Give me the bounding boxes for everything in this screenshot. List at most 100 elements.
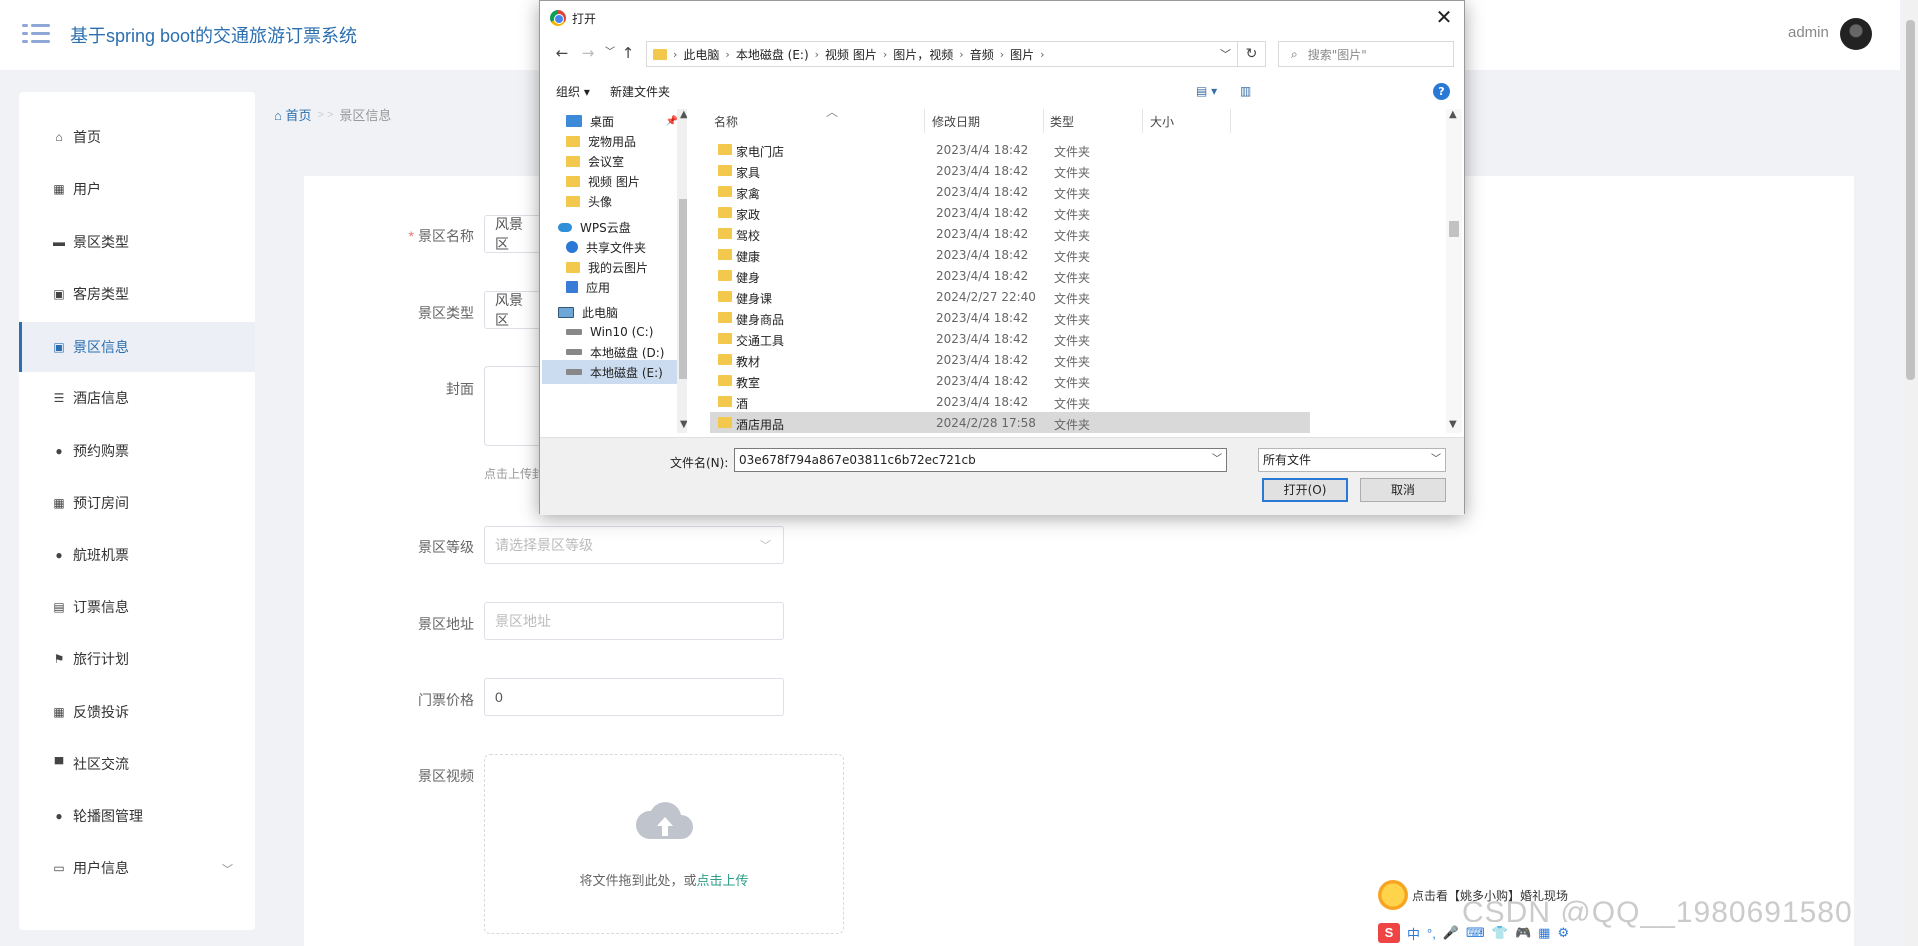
scroll-up-icon[interactable]: ▲ bbox=[1449, 109, 1457, 120]
sidebar-item[interactable]: ● 航班机票 bbox=[19, 530, 255, 580]
avatar[interactable] bbox=[1840, 18, 1872, 50]
view-options-icon[interactable]: ▤ ▾ bbox=[1196, 84, 1217, 98]
nav-item[interactable]: 桌面 📌 bbox=[542, 109, 682, 133]
sidebar-item[interactable]: ▦ 预订房间 bbox=[19, 478, 255, 528]
column-divider[interactable] bbox=[1043, 109, 1044, 133]
file-list-scrollbar[interactable]: ▲ ▼ bbox=[1446, 109, 1462, 433]
file-row[interactable]: 家政 2023/4/4 18:42 文件夹 bbox=[710, 202, 1310, 223]
nav-item[interactable]: 此电脑 bbox=[542, 300, 682, 324]
file-scroll-thumb[interactable] bbox=[1449, 221, 1459, 237]
price-input[interactable]: 0 bbox=[484, 678, 784, 716]
sidebar-item[interactable]: ▣ 景区信息 bbox=[19, 322, 255, 372]
skin-icon[interactable]: 👕 bbox=[1492, 925, 1508, 941]
preview-pane-icon[interactable]: ▥ bbox=[1240, 84, 1251, 98]
scroll-down-icon[interactable]: ▼ bbox=[1449, 419, 1457, 430]
chevron-down-icon[interactable]: ﹀ bbox=[1220, 46, 1231, 62]
nav-scrollbar[interactable]: ▲ ▼ bbox=[677, 109, 687, 433]
sidebar-item[interactable]: ▭ 用户信息 ﹀ bbox=[19, 843, 255, 893]
crumb-separator-icon[interactable]: › bbox=[1000, 48, 1004, 61]
search-input[interactable]: ⌕ 搜索"图片" bbox=[1278, 41, 1454, 67]
file-row[interactable]: 健身 2023/4/4 18:42 文件夹 bbox=[710, 265, 1310, 286]
scroll-up-icon[interactable]: ▲ bbox=[680, 109, 687, 120]
type-select[interactable]: 风景区 bbox=[484, 291, 544, 329]
punctuation-icon[interactable]: °, bbox=[1427, 926, 1436, 941]
keyboard-icon[interactable]: ⌨ bbox=[1466, 925, 1485, 941]
organize-menu[interactable]: 组织 ▾ bbox=[556, 83, 590, 100]
breadcrumb-home[interactable]: ⌂ 首页 bbox=[274, 105, 311, 124]
cover-upload[interactable] bbox=[484, 366, 544, 446]
settings-icon[interactable]: ⚙ bbox=[1557, 925, 1569, 941]
microphone-icon[interactable]: 🎤 bbox=[1443, 925, 1459, 941]
address-crumb[interactable]: 图片 bbox=[1010, 46, 1034, 63]
level-select[interactable]: 请选择景区等级 ﹀ bbox=[484, 526, 784, 564]
close-icon[interactable]: ✕ bbox=[1432, 5, 1456, 29]
crumb-separator-icon[interactable]: › bbox=[725, 48, 729, 61]
crumb-separator-icon[interactable]: › bbox=[883, 48, 887, 61]
nav-scroll-thumb[interactable] bbox=[679, 199, 687, 379]
nav-item[interactable]: WPS云盘 bbox=[542, 215, 682, 239]
address-crumb[interactable]: 本地磁盘 (E:) bbox=[736, 46, 809, 63]
upload-link[interactable]: 点击上传 bbox=[697, 873, 749, 888]
chevron-down-icon[interactable]: ﹀ bbox=[1431, 449, 1441, 471]
file-row[interactable]: 驾校 2023/4/4 18:42 文件夹 bbox=[710, 223, 1310, 244]
dialog-titlebar[interactable]: 打开 ✕ bbox=[540, 1, 1464, 35]
page-scrollbar[interactable] bbox=[1903, 0, 1918, 946]
user-name[interactable]: admin bbox=[1788, 24, 1829, 41]
crumb-separator-icon[interactable]: › bbox=[815, 48, 819, 61]
address-input[interactable]: 景区地址 bbox=[484, 602, 784, 640]
video-upload-area[interactable]: 将文件拖到此处，或点击上传 bbox=[484, 754, 844, 934]
filename-input[interactable]: 03e678f794a867e03811c6b72ec721cb ﹀ bbox=[734, 448, 1227, 472]
column-divider[interactable] bbox=[1142, 109, 1143, 133]
forward-arrow-icon[interactable]: → bbox=[578, 43, 598, 63]
sidebar-item[interactable]: ● 预约购票 bbox=[19, 426, 255, 476]
column-divider[interactable] bbox=[1230, 109, 1231, 133]
name-input[interactable]: 风景区 bbox=[484, 215, 544, 253]
crumb-separator-icon[interactable]: › bbox=[1040, 48, 1044, 61]
sidebar-item[interactable]: ▤ 订票信息 bbox=[19, 582, 255, 632]
sogou-icon[interactable]: S bbox=[1378, 923, 1400, 943]
recent-dropdown-icon[interactable]: ﹀ bbox=[600, 43, 620, 63]
menu-icon[interactable] bbox=[22, 22, 50, 46]
sidebar-item[interactable]: ☰ 酒店信息 bbox=[19, 373, 255, 423]
file-row[interactable]: 家具 2023/4/4 18:42 文件夹 bbox=[710, 160, 1310, 181]
address-crumb[interactable]: 此电脑 bbox=[683, 46, 719, 63]
sidebar-item[interactable]: ▀ 社区交流 bbox=[19, 739, 255, 789]
chevron-down-icon[interactable]: ﹀ bbox=[1212, 449, 1222, 471]
sidebar-item[interactable]: ● 轮播图管理 bbox=[19, 791, 255, 841]
game-icon[interactable]: 🎮 bbox=[1515, 925, 1531, 941]
file-row[interactable]: 家电门店 2023/4/4 18:42 文件夹 bbox=[710, 139, 1310, 160]
file-row[interactable]: 教材 2023/4/4 18:42 文件夹 bbox=[710, 349, 1310, 370]
address-bar[interactable]: › 此电脑 › 本地磁盘 (E:) › 视频 图片 › 图片，视频 › 音频 › 图片 › ﹀ bbox=[646, 41, 1238, 67]
file-row[interactable]: 健康 2023/4/4 18:42 文件夹 bbox=[710, 244, 1310, 265]
address-crumb[interactable]: 音频 bbox=[970, 46, 994, 63]
address-crumb[interactable]: 视频 图片 bbox=[825, 46, 877, 63]
sidebar-item[interactable]: ▦ 反馈投诉 bbox=[19, 687, 255, 737]
scroll-down-icon[interactable]: ▼ bbox=[680, 419, 687, 430]
crumb-separator-icon[interactable]: › bbox=[959, 48, 963, 61]
column-date[interactable]: 修改日期 bbox=[932, 113, 980, 130]
refresh-icon[interactable]: ↻ bbox=[1238, 41, 1266, 67]
sidebar-item[interactable]: ▦ 用户 bbox=[19, 164, 255, 214]
help-icon[interactable]: ? bbox=[1433, 83, 1450, 100]
file-row[interactable]: 酒 2023/4/4 18:42 文件夹 bbox=[710, 391, 1310, 412]
address-crumb[interactable]: 图片，视频 bbox=[893, 46, 953, 63]
open-button[interactable]: 打开(O) bbox=[1262, 478, 1348, 502]
file-row[interactable]: 健身课 2024/2/27 22:40 文件夹 bbox=[710, 286, 1310, 307]
cancel-button[interactable]: 取消 bbox=[1360, 478, 1446, 502]
sidebar-item[interactable]: ▬ 景区类型 bbox=[19, 217, 255, 267]
file-row[interactable]: 教室 2023/4/4 18:42 文件夹 bbox=[710, 370, 1310, 391]
sidebar-item[interactable]: ⌂ 首页 bbox=[19, 112, 255, 162]
column-size[interactable]: 大小 bbox=[1150, 113, 1174, 130]
page-scroll-thumb[interactable] bbox=[1906, 20, 1915, 380]
filetype-select[interactable]: 所有文件 ﹀ bbox=[1258, 448, 1446, 472]
toolbox-icon[interactable]: ▦ bbox=[1538, 925, 1550, 941]
back-arrow-icon[interactable]: ← bbox=[552, 43, 572, 63]
column-type[interactable]: 类型 bbox=[1050, 113, 1074, 130]
file-row[interactable]: 健身商品 2023/4/4 18:42 文件夹 bbox=[710, 307, 1310, 328]
ime-toolbar[interactable]: S 中 °, 🎤 ⌨ 👕 🎮 ▦ ⚙ bbox=[1374, 922, 1600, 944]
sidebar-item[interactable]: ▣ 客房类型 bbox=[19, 269, 255, 319]
column-divider[interactable] bbox=[924, 109, 925, 133]
column-name[interactable]: 名称 bbox=[714, 113, 738, 130]
chevron-down-icon[interactable]: ﹀ bbox=[222, 861, 233, 877]
file-row[interactable]: 交通工具 2023/4/4 18:42 文件夹 bbox=[710, 328, 1310, 349]
